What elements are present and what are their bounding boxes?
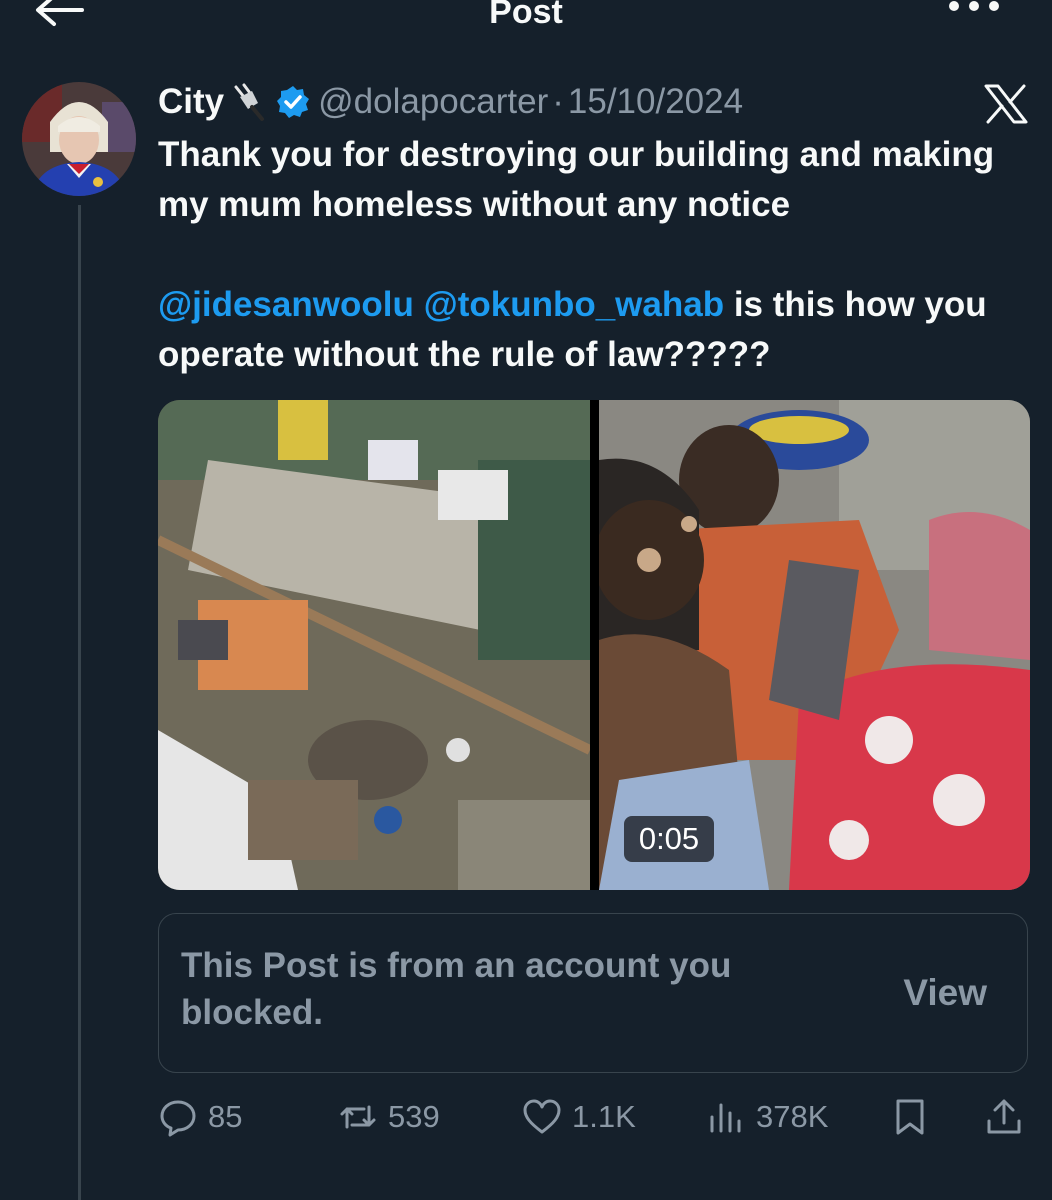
post-author-row: City @dolapocarter · 15/10/2024	[158, 80, 998, 124]
views-count: 378K	[756, 1099, 829, 1134]
header: Post	[0, 0, 1052, 40]
reply-button[interactable]: 85	[158, 1094, 242, 1140]
video-duration-badge: 0:05	[624, 816, 714, 862]
separator: ·	[552, 82, 564, 121]
view-button[interactable]: View	[903, 972, 987, 1014]
blocked-message: This Post is from an account you blocked…	[181, 946, 732, 1032]
media-grid[interactable]: 0:05	[158, 400, 1030, 890]
share-button[interactable]	[984, 1094, 1024, 1140]
repost-count: 539	[388, 1099, 440, 1134]
avatar[interactable]	[22, 82, 136, 196]
verified-badge-icon	[277, 86, 310, 118]
page-title: Post	[489, 0, 563, 31]
plug-emoji-icon	[234, 83, 265, 121]
media-image-left[interactable]	[158, 400, 590, 890]
x-logo-icon	[984, 84, 1028, 124]
reply-icon	[160, 1100, 196, 1137]
repost-icon	[340, 1105, 376, 1129]
reply-count: 85	[208, 1099, 243, 1134]
views-chart-icon	[710, 1103, 741, 1133]
post-date[interactable]: 15/10/2024	[568, 82, 743, 122]
like-button[interactable]: 1.1K	[522, 1094, 636, 1140]
post-text-body: Thank you for destroying our building an…	[158, 135, 995, 224]
more-options-icon[interactable]	[944, 0, 1004, 30]
mention-link[interactable]: @jidesanwoolu	[158, 285, 414, 324]
share-icon	[987, 1099, 1021, 1134]
post-text: Thank you for destroying our building an…	[158, 130, 1038, 380]
display-name[interactable]: City	[158, 82, 224, 122]
heart-icon	[523, 1099, 561, 1134]
like-count: 1.1K	[572, 1099, 636, 1134]
blocked-quote-card: This Post is from an account you blocked…	[158, 913, 1028, 1073]
thread-line	[78, 205, 81, 1200]
repost-button[interactable]: 539	[338, 1094, 440, 1140]
mention-link[interactable]: @tokunbo_wahab	[424, 285, 725, 324]
action-bar: 85 539 1.1K 378K	[158, 1094, 1028, 1140]
views-button[interactable]: 378K	[706, 1094, 828, 1140]
bookmark-button[interactable]	[890, 1094, 930, 1140]
handle[interactable]: @dolapocarter	[318, 82, 548, 122]
bookmark-icon	[896, 1099, 924, 1135]
